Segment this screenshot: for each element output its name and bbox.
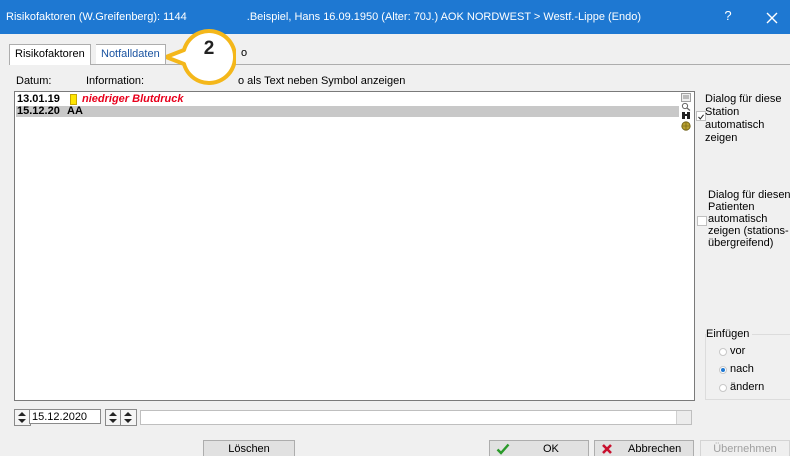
header-show-as-text-option[interactable]: o als Text neben Symbol anzeigen	[238, 75, 405, 87]
step-callout: 2	[164, 26, 238, 88]
tab-risikofaktoren[interactable]: Risikofaktoren	[9, 44, 91, 65]
list-item[interactable]: 13.01.19 niedriger Blutdruck	[16, 94, 679, 105]
binoculars-icon[interactable]	[681, 111, 691, 120]
ok-button[interactable]: OK	[489, 440, 589, 456]
ok-button-label: OK	[543, 443, 559, 455]
date-input[interactable]: 15.12.2020	[29, 409, 101, 424]
insert-change-label: ändern	[730, 381, 765, 393]
cancel-button[interactable]: Abbrechen	[594, 440, 694, 456]
window-title-left: Risikofaktoren (W.Greifenberg): 1144	[6, 11, 187, 23]
tab-divider	[9, 64, 790, 65]
patient-auto-show-label-5: übergreifend)	[708, 237, 774, 249]
checkmark-icon	[698, 114, 704, 120]
insert-before-label: vor	[730, 345, 746, 357]
information-input[interactable]	[140, 410, 692, 425]
station-auto-show-label-1: Dialog für diese	[705, 93, 782, 105]
insert-change-radio[interactable]	[719, 384, 727, 392]
cancel-button-label: Abbrechen	[628, 443, 682, 455]
risk-marker-icon	[70, 94, 77, 105]
apply-button[interactable]: Übernehmen	[700, 440, 790, 456]
close-button[interactable]	[754, 6, 790, 30]
header-information: Information:	[86, 75, 145, 87]
risk-factor-list[interactable]: 13.01.19 niedriger Blutdruck 15.12.20 AA	[14, 91, 695, 401]
list-item-date: 15.12.20	[17, 105, 60, 117]
risikofaktoren-dialog: Risikofaktoren (W.Greifenberg): 1144 .Bei…	[0, 0, 790, 456]
tab-third-partial[interactable]: o	[241, 44, 247, 63]
scroll-up-icon[interactable]	[681, 93, 691, 102]
insert-after-radio[interactable]	[719, 366, 727, 374]
help-button[interactable]: ?	[714, 8, 742, 23]
list-item-selected[interactable]: 15.12.20 AA	[16, 106, 679, 117]
patient-auto-show-label-3: automatisch	[708, 213, 768, 225]
search-icon[interactable]	[681, 102, 691, 111]
patient-auto-show-checkbox[interactable]	[697, 216, 707, 226]
insert-group-legend: Einfügen	[706, 328, 753, 340]
station-auto-show-label-2: Station	[705, 106, 740, 118]
window-title-right: .Beispiel, Hans 16.09.1950 (Alter: 70J.)…	[246, 11, 642, 23]
insert-group: Einfügen vor nach ändern	[705, 328, 790, 400]
station-auto-show-label-3: automatisch	[705, 119, 765, 131]
dropdown-button[interactable]	[676, 411, 691, 424]
checkmark-icon	[496, 443, 510, 455]
list-item-info: niedriger Blutdruck	[82, 93, 184, 105]
list-item-date: 13.01.19	[17, 93, 60, 105]
close-icon	[766, 12, 778, 24]
patient-auto-show-label-1: Dialog für diesen	[708, 189, 790, 201]
tab-notfalldaten[interactable]: Notfalldaten	[96, 44, 166, 64]
cancel-x-icon	[602, 444, 612, 454]
globe-icon[interactable]	[681, 121, 691, 131]
delete-button[interactable]: Löschen	[203, 440, 295, 456]
insert-before-radio[interactable]	[719, 348, 727, 356]
patient-auto-show-label-2: Patienten	[708, 201, 755, 213]
station-auto-show-label-4: zeigen	[705, 132, 738, 144]
window-title: Risikofaktoren (W.Greifenberg): 1144 .Bei…	[6, 11, 641, 23]
insert-after-label: nach	[730, 363, 754, 375]
header-date: Datum:	[16, 75, 52, 87]
title-bar: Risikofaktoren (W.Greifenberg): 1144 .Bei…	[0, 0, 790, 34]
entry-spinner-right[interactable]	[120, 409, 137, 426]
list-item-info: AA	[67, 105, 83, 117]
callout-number: 2	[203, 38, 215, 59]
patient-auto-show-label-4: zeigen (stations-	[708, 225, 789, 237]
